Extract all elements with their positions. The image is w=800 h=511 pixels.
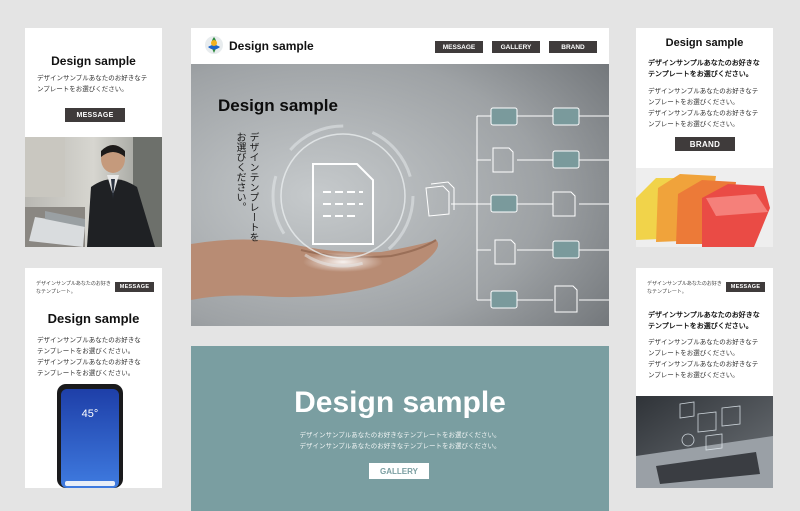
hero-vertical-text: デザインテンプレートを お選びください。 xyxy=(234,132,258,242)
card-bold-text: デザインサンプルあなたのお好きな テンプレートをお選びください。 xyxy=(648,60,760,78)
header-message-button[interactable]: MESSAGE xyxy=(726,282,765,292)
main-hero-page: Design sample MESSAGE GALLERY BRAND Desi… xyxy=(191,28,609,326)
phone-time: 45° xyxy=(81,408,99,420)
gallery-button[interactable]: GALLERY xyxy=(369,463,429,479)
hero-title: Design sample xyxy=(218,96,338,115)
logo-text[interactable]: Design sample xyxy=(229,39,314,53)
header-message-button[interactable]: MESSAGE xyxy=(115,282,154,292)
brand-button[interactable]: BRAND xyxy=(675,137,735,151)
card-text: デザインサンプルあなたのお好きなテ ンプレートをお選びください。 xyxy=(37,75,148,93)
card-phone: デザインサンプルあなたのお好き なテンプレート。 MESSAGE Design … xyxy=(25,268,162,488)
card-bold-text: デザインサンプルあなたのお好きな テンプレートをお選びください。 xyxy=(648,312,760,330)
banner-title: Design sample xyxy=(294,386,506,419)
smartphone-image: 45° xyxy=(57,384,123,488)
message-button[interactable]: MESSAGE xyxy=(65,108,125,122)
nav-brand-button[interactable]: BRAND xyxy=(549,41,597,53)
top-header: Design sample MESSAGE GALLERY BRAND xyxy=(191,28,609,64)
card-laptop: デザインサンプルあなたのお好き なテンプレート。 MESSAGE デザインサンプ… xyxy=(636,268,773,488)
nav-gallery-button[interactable]: GALLERY xyxy=(492,41,540,53)
card-message-top: Design sample デザインサンプルあなたのお好きなテ ンプレートをお選… xyxy=(25,28,162,247)
card-text: デザインサンプルあなたのお好きな テンプレートをお選びください。 デザインサンプ… xyxy=(37,337,141,377)
logo-icon xyxy=(204,35,224,55)
card-title: Design sample xyxy=(51,54,136,68)
card-title: Design sample xyxy=(47,311,140,326)
folders-photo xyxy=(636,168,773,247)
card-title: Design sample xyxy=(665,37,744,49)
header-text: デザインサンプルあなたのお好き なテンプレート。 xyxy=(647,281,722,295)
card-text: デザインサンプルあなたのお好きなテ ンプレートをお選びください。 デザインサンプ… xyxy=(648,88,759,128)
businessman-photo xyxy=(25,137,162,247)
header-text: デザインサンプルあなたのお好き なテンプレート。 xyxy=(36,281,111,295)
banner-text: デザインサンプルあなたのお好きなテンプレートをお選びください。 デザインサンプル… xyxy=(299,432,501,450)
gallery-banner: Design sample デザインサンプルあなたのお好きなテンプレートをお選び… xyxy=(191,346,609,511)
card-text: デザインサンプルあなたのお好きなテ ンプレートをお選びください。 デザインサンプ… xyxy=(648,339,759,379)
card-brand: Design sample デザインサンプルあなたのお好きな テンプレートをお選… xyxy=(636,28,773,247)
nav-message-button[interactable]: MESSAGE xyxy=(435,41,483,53)
laptop-photo xyxy=(636,396,773,488)
